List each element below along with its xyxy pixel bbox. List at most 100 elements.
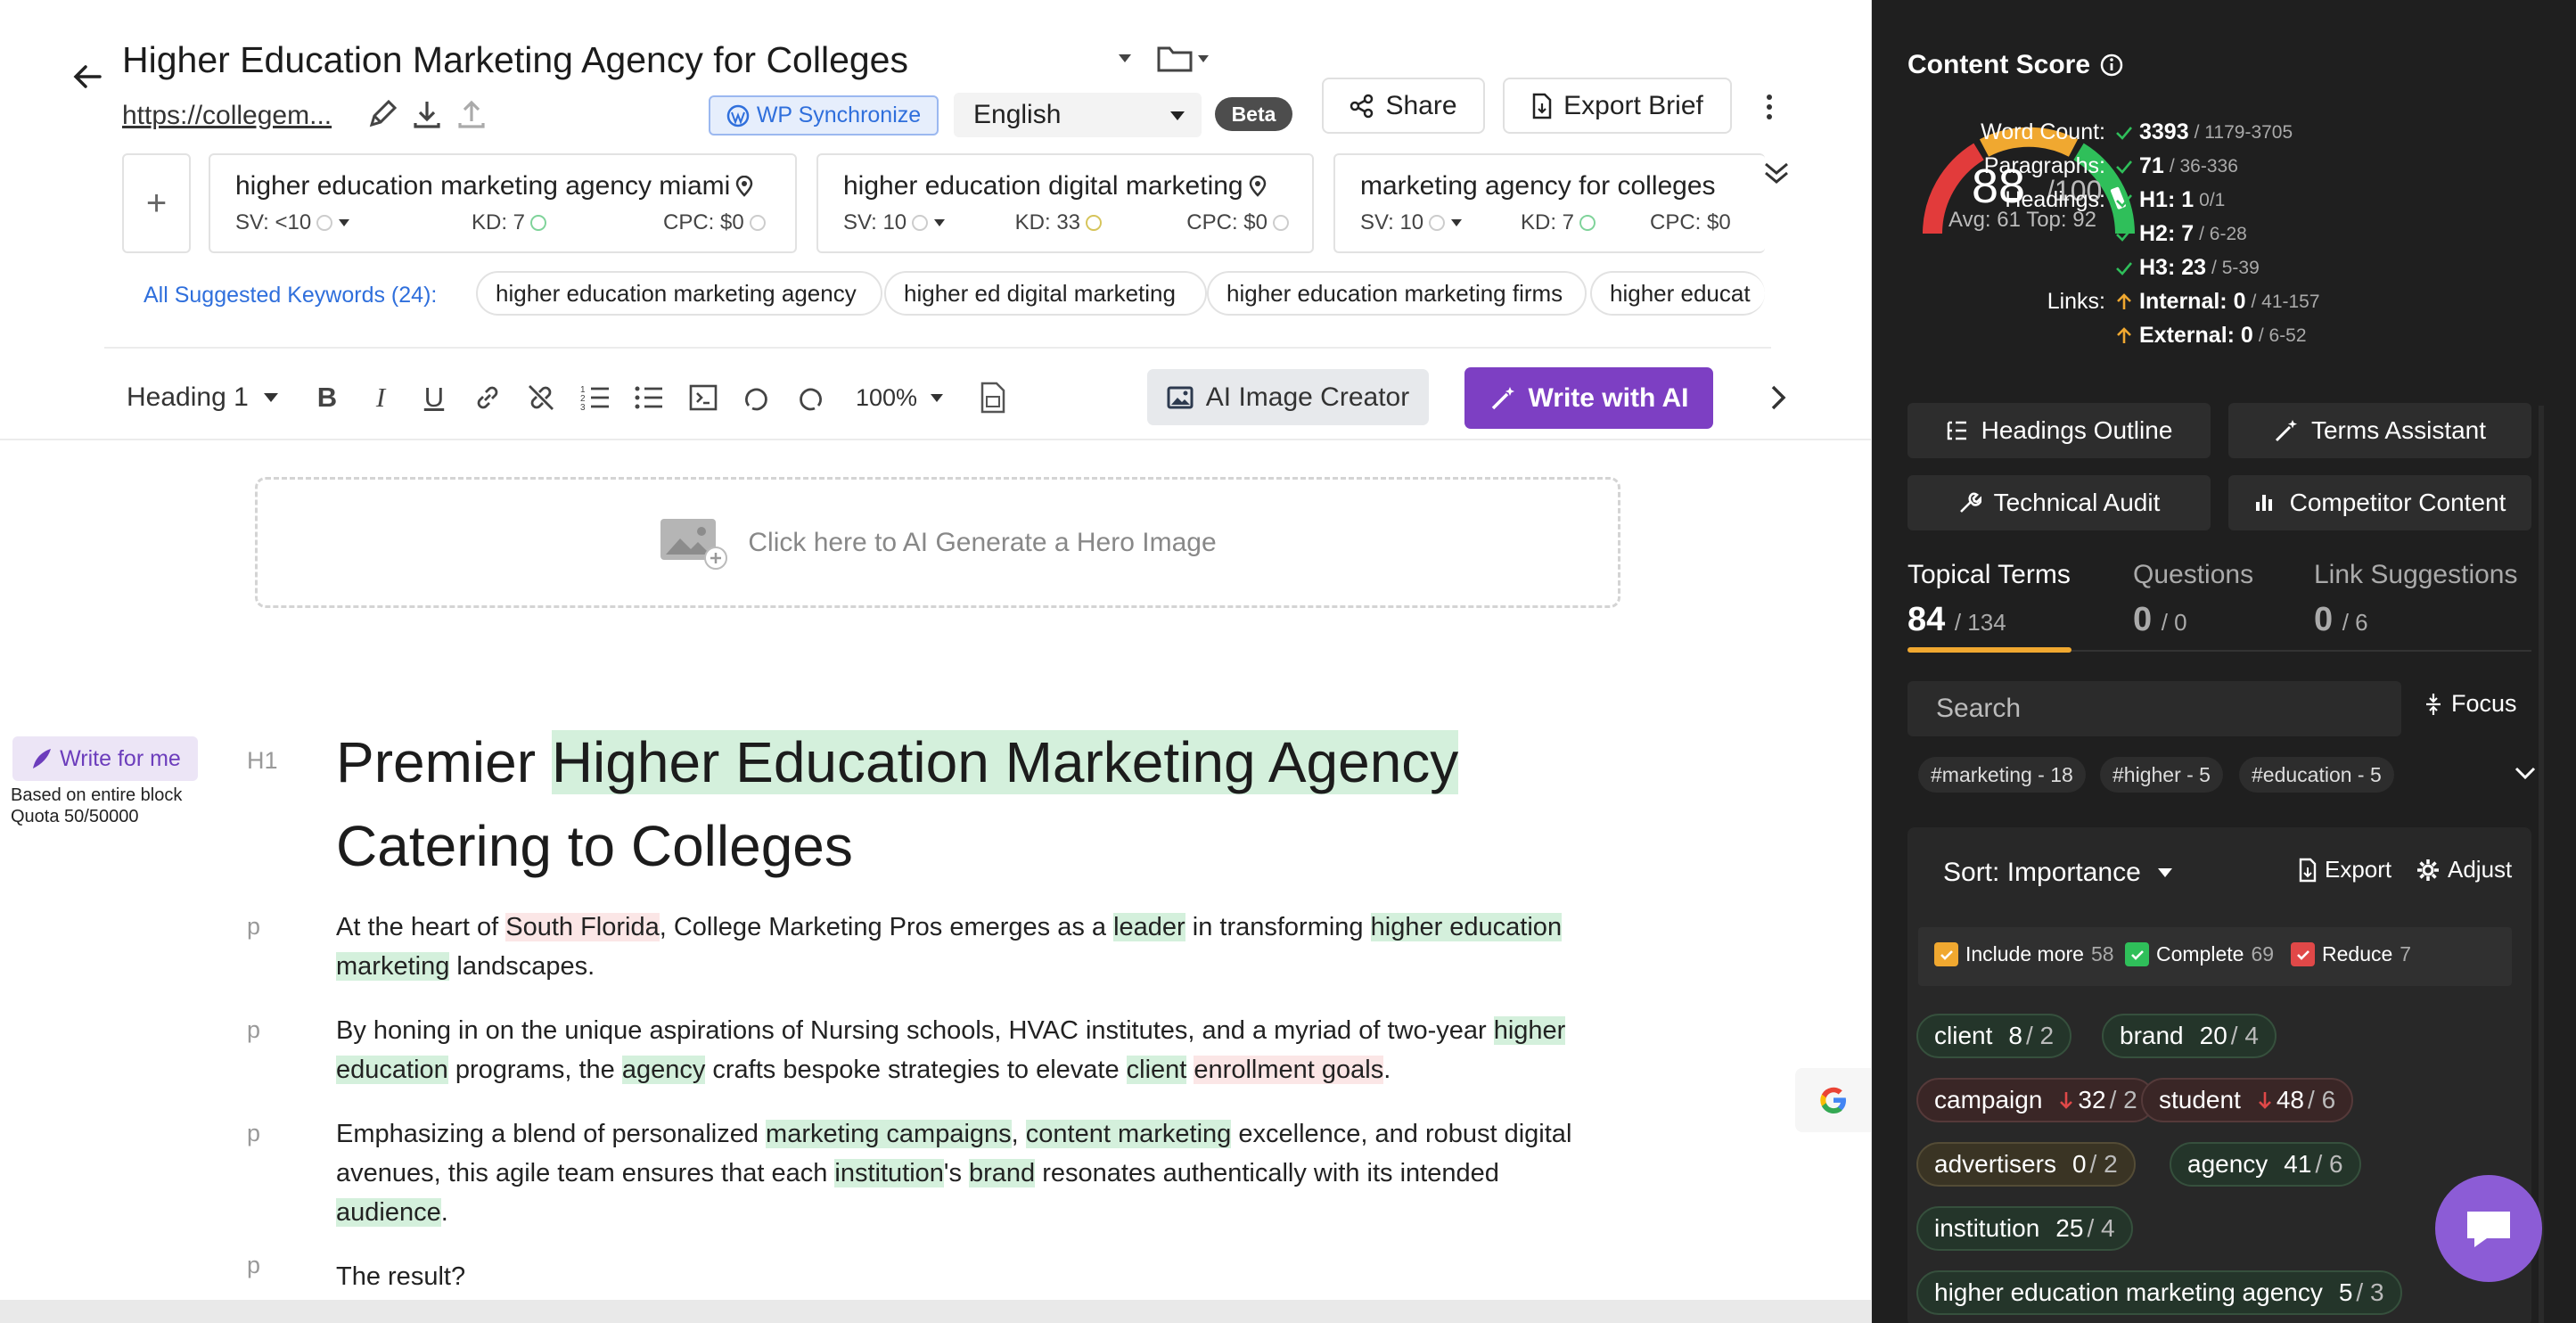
- chat-support-button[interactable]: [2435, 1175, 2542, 1282]
- keyword-card[interactable]: higher education digital marketing SV: 1…: [816, 153, 1314, 253]
- filter-checkbox[interactable]: Include more 58: [1934, 942, 2114, 966]
- zoom-select[interactable]: 100%: [856, 380, 954, 415]
- horizontal-scrollbar[interactable]: [0, 1300, 1871, 1323]
- keyword-card[interactable]: marketing agency for colleges SV: 10 KD:…: [1333, 153, 1765, 253]
- panel-scrollbar[interactable]: [2539, 406, 2544, 1323]
- chevron-down-icon[interactable]: [933, 218, 946, 227]
- zoom-value: 100%: [856, 383, 918, 411]
- more-options-icon[interactable]: [1756, 89, 1783, 125]
- technical-audit-button[interactable]: Technical Audit: [1907, 475, 2211, 530]
- title-dropdown-icon[interactable]: [1116, 49, 1134, 67]
- filter-checkbox[interactable]: Reduce 7: [2291, 942, 2411, 966]
- hero-image-generator[interactable]: Click here to AI Generate a Hero Image: [255, 477, 1620, 608]
- chevron-down-icon: [931, 393, 944, 402]
- suggested-keyword-chip[interactable]: higher education marketing agency: [476, 271, 882, 316]
- terms-search-input[interactable]: [1907, 681, 2401, 736]
- competitor-content-button[interactable]: Competitor Content: [2228, 475, 2531, 530]
- stat-range: / 5-39: [2211, 257, 2260, 278]
- bullet-list-icon[interactable]: [632, 380, 666, 415]
- bold-icon[interactable]: B: [312, 380, 342, 415]
- edit-pencil-icon[interactable]: [365, 96, 400, 132]
- sort-select[interactable]: Sort: Importance: [1943, 858, 2173, 888]
- back-arrow-icon[interactable]: [70, 59, 105, 94]
- suggested-keyword-chip[interactable]: higher education marketing firms: [1207, 271, 1587, 316]
- tab-link-suggestions[interactable]: Link Suggestions 0 / 6: [2314, 560, 2518, 639]
- paragraph[interactable]: The result?: [336, 1257, 1584, 1296]
- tag-chip[interactable]: #higher - 5: [2100, 757, 2223, 793]
- redo-icon[interactable]: [793, 380, 827, 415]
- term-chip[interactable]: student 48 / 6: [2141, 1078, 2354, 1122]
- document-title[interactable]: Higher Education Marketing Agency for Co…: [122, 39, 908, 81]
- terms-assistant-button[interactable]: Terms Assistant: [2228, 403, 2531, 458]
- document-image-icon[interactable]: [977, 380, 1009, 415]
- term-chip[interactable]: institution 25 / 4: [1916, 1206, 2133, 1251]
- folder-icon[interactable]: [1155, 41, 1210, 77]
- collapse-double-chevron-icon[interactable]: [1760, 157, 1793, 189]
- suggested-keyword-chip[interactable]: higher ed digital marketing: [884, 271, 1207, 316]
- numbered-list-icon[interactable]: 123: [578, 380, 612, 415]
- svg-text:3: 3: [580, 403, 586, 413]
- info-icon[interactable]: [2099, 53, 2124, 78]
- download-icon[interactable]: [409, 96, 445, 132]
- adjust-button[interactable]: Adjust: [2416, 856, 2512, 883]
- undo-icon[interactable]: [740, 380, 774, 415]
- term-target: / 3: [2356, 1278, 2384, 1306]
- stat-value-row: Internal: 0/ 41-157: [2114, 289, 2320, 315]
- chevron-right-icon[interactable]: [1765, 382, 1792, 414]
- suggested-keyword-chip[interactable]: higher educat: [1590, 271, 1765, 316]
- tab-questions[interactable]: Questions 0 / 0: [2133, 560, 2253, 639]
- write-for-me-button[interactable]: Write for me: [12, 736, 198, 781]
- tag-chip[interactable]: #education - 5: [2239, 757, 2394, 793]
- focus-button[interactable]: Focus: [2423, 690, 2517, 718]
- term-chip[interactable]: brand 20 / 4: [2102, 1014, 2277, 1058]
- language-select[interactable]: English: [954, 93, 1202, 137]
- code-block-icon[interactable]: [686, 380, 720, 415]
- chevron-down-icon[interactable]: [338, 218, 350, 227]
- upload-icon[interactable]: [454, 96, 489, 132]
- underline-icon[interactable]: U: [419, 380, 449, 415]
- export-brief-button[interactable]: Export Brief: [1503, 78, 1732, 134]
- term-highlight: content marketing: [1025, 1120, 1232, 1148]
- add-keyword-button[interactable]: +: [122, 153, 191, 253]
- stat-value: 3393: [2139, 119, 2189, 144]
- block-tag-p: p: [247, 1120, 261, 1146]
- tag-chip[interactable]: #marketing - 18: [1918, 757, 2086, 793]
- all-suggested-keywords-link[interactable]: All Suggested Keywords (24):: [144, 283, 437, 308]
- checkbox-checked-icon: [2291, 942, 2315, 966]
- italic-icon[interactable]: I: [365, 380, 396, 415]
- term-chip[interactable]: campaign 32 / 2: [1916, 1078, 2155, 1122]
- term-chip[interactable]: higher education marketing agency 5 / 3: [1916, 1270, 2402, 1315]
- write-with-ai-button[interactable]: Write with AI: [1464, 367, 1713, 429]
- term-highlight: agency: [621, 1056, 706, 1084]
- tab-topical-terms[interactable]: Topical Terms 84 / 134: [1907, 560, 2071, 639]
- chevron-down-icon[interactable]: [1450, 218, 1463, 227]
- competitor-content-label: Competitor Content: [2289, 489, 2506, 516]
- term-chip[interactable]: client 8 / 2: [1916, 1014, 2072, 1058]
- language-value: English: [973, 100, 1062, 129]
- link-icon[interactable]: [471, 380, 505, 415]
- unlink-icon[interactable]: [524, 380, 558, 415]
- paragraph[interactable]: Emphasizing a blend of personalized mark…: [336, 1114, 1584, 1232]
- block-tag-p: p: [247, 1016, 261, 1043]
- export-terms-button[interactable]: Export: [2298, 856, 2391, 883]
- term-chip[interactable]: agency 41 / 6: [2170, 1142, 2361, 1187]
- wp-synchronize-label: WP Synchronize: [756, 103, 922, 127]
- keyword-card[interactable]: higher education marketing agency miami …: [209, 153, 797, 253]
- keyword-cpc: CPC: $0: [1186, 210, 1267, 234]
- headings-outline-button[interactable]: Headings Outline: [1907, 403, 2211, 458]
- chevron-down-icon[interactable]: [2512, 760, 2539, 786]
- paragraph[interactable]: At the heart of South Florida, College M…: [336, 908, 1584, 986]
- document-url[interactable]: https://collegem...: [122, 101, 332, 131]
- heading-select[interactable]: Heading 1: [127, 380, 287, 415]
- google-icon[interactable]: [1795, 1068, 1871, 1132]
- filter-checkbox[interactable]: Complete 69: [2125, 942, 2274, 966]
- block-note: Based on entire block: [11, 785, 183, 805]
- share-button[interactable]: Share: [1322, 78, 1485, 134]
- article-heading[interactable]: Premier Higher Education Marketing Agenc…: [336, 720, 1584, 888]
- term-chip[interactable]: advertisers 0 / 2: [1916, 1142, 2136, 1187]
- wp-synchronize-button[interactable]: WP Synchronize: [709, 95, 939, 136]
- paragraph[interactable]: By honing in on the unique aspirations o…: [336, 1011, 1584, 1089]
- chat-icon: [2467, 1212, 2510, 1247]
- keyword-kd: KD: 7: [472, 210, 526, 234]
- ai-image-creator-button[interactable]: AI Image Creator: [1147, 369, 1429, 425]
